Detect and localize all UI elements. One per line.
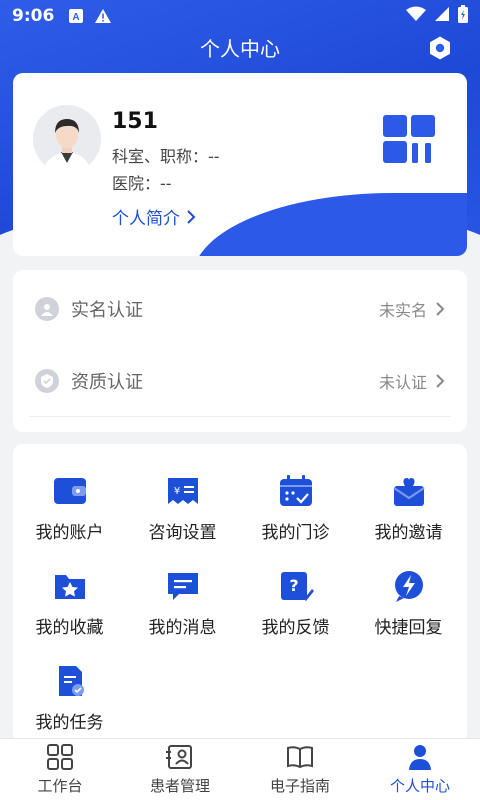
consult-settings-icon: ¥	[167, 478, 198, 504]
avatar[interactable]	[33, 105, 101, 173]
cert-status: 未实名	[379, 297, 445, 321]
qr-grid-icon	[383, 115, 435, 163]
hospital: 医院：--	[112, 174, 172, 193]
tab-patient-management[interactable]: 患者管理	[120, 739, 240, 800]
grid-item-label: 我的反馈	[261, 618, 330, 638]
book-icon	[287, 746, 313, 769]
tab-label: 电子指南	[269, 777, 330, 795]
divider	[29, 416, 451, 417]
lightning-chat-icon	[394, 571, 423, 602]
qr-code-button[interactable]	[383, 115, 437, 165]
signal-icon	[434, 6, 450, 27]
profile-card-wave	[193, 193, 467, 256]
profile-card: 151 科室、职称：-- 医院：-- 个人简介	[13, 73, 467, 256]
cert-status: 未认证	[379, 369, 445, 393]
chevron-right-icon	[436, 374, 445, 388]
dept-title: 科室、职称：--	[112, 147, 220, 166]
real-name-cert-row[interactable]: 实名认证 未实名	[13, 270, 467, 348]
hexagon-settings-icon	[430, 36, 450, 60]
cert-status-text: 未认证	[378, 373, 427, 392]
profile-intro-link[interactable]: 个人简介	[112, 204, 196, 229]
tab-label: 个人中心	[389, 777, 450, 795]
battery-icon	[458, 4, 468, 28]
page-title: 个人中心	[200, 36, 280, 61]
certification-card: 实名认证 未实名 资质认证 未认证	[13, 270, 467, 432]
tab-label: 患者管理	[149, 777, 210, 795]
grid-item-label: 我的收藏	[35, 618, 104, 638]
notification-a-icon: A	[68, 8, 84, 24]
cert-status-text: 未实名	[378, 301, 427, 320]
svg-text:¥: ¥	[173, 486, 179, 497]
badge-icon	[35, 369, 59, 393]
grid-item-quick-reply[interactable]: 快捷回复	[352, 569, 465, 659]
tab-workbench[interactable]: 工作台	[0, 739, 120, 800]
qualification-cert-row[interactable]: 资质认证 未认证	[13, 342, 467, 420]
grid-item-my-account[interactable]: 我的账户	[13, 474, 126, 564]
grid-item-my-invite[interactable]: 我的邀请	[352, 474, 465, 564]
user-icon	[35, 297, 59, 321]
star-folder-icon	[54, 575, 85, 599]
grid-item-my-feedback[interactable]: ? 我的反馈	[239, 569, 352, 659]
grid-item-label: 快捷回复	[374, 618, 443, 638]
patient-card-icon	[166, 745, 192, 769]
wallet-icon	[53, 478, 86, 504]
features-grid-card: 我的账户 ¥ 咨询设置 我的门诊 我的邀请 我的收藏 我的消息 ? 我的反馈 快…	[13, 444, 467, 744]
grid-item-label: 咨询设置	[148, 523, 217, 543]
grid-item-label: 我的账户	[35, 523, 104, 543]
task-icon	[58, 666, 84, 696]
tab-label: 工作台	[37, 777, 83, 795]
invite-envelope-icon	[392, 478, 425, 506]
grid-item-consult-settings[interactable]: ¥ 咨询设置	[126, 474, 239, 564]
grid-item-label: 我的任务	[35, 713, 104, 733]
cert-label: 实名认证	[71, 300, 143, 321]
grid-item-my-favorites[interactable]: 我的收藏	[13, 569, 126, 659]
calendar-icon	[279, 475, 312, 506]
grid-item-label: 我的门诊	[261, 523, 330, 543]
warning-icon	[94, 8, 112, 24]
message-icon	[167, 573, 198, 600]
grid-item-my-messages[interactable]: 我的消息	[126, 569, 239, 659]
profile-intro-label: 个人简介	[112, 209, 180, 229]
svg-text:A: A	[73, 12, 80, 23]
cert-label: 资质认证	[71, 372, 143, 393]
grid-item-label: 我的消息	[148, 618, 217, 638]
bottom-tab-bar: 工作台 患者管理 电子指南 个人中心	[0, 738, 480, 800]
user-name: 151	[112, 109, 158, 134]
chevron-right-icon	[436, 302, 445, 316]
status-time: 9:06	[12, 6, 55, 26]
tab-e-guide[interactable]: 电子指南	[240, 739, 360, 800]
grid-item-my-clinic[interactable]: 我的门诊	[239, 474, 352, 564]
settings-button[interactable]	[426, 34, 454, 62]
tab-personal-center[interactable]: 个人中心	[360, 739, 480, 800]
grid-item-label: 我的邀请	[374, 523, 443, 543]
grid-icon	[47, 744, 73, 770]
status-bar: 9:06 A	[0, 0, 480, 32]
wifi-icon	[406, 6, 426, 27]
svg-text:?: ?	[289, 576, 298, 595]
feedback-icon: ?	[280, 572, 314, 601]
chevron-right-icon	[187, 209, 196, 224]
person-icon	[409, 745, 431, 770]
